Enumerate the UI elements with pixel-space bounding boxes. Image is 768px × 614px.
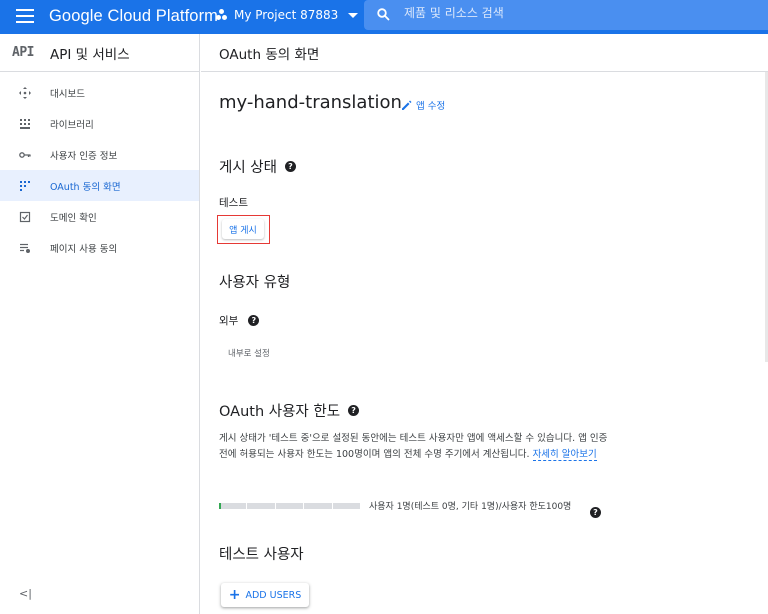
sidebar-header: API API 및 서비스	[0, 34, 199, 72]
user-type-title: 사용자 유형	[219, 275, 291, 291]
pencil-icon	[402, 100, 412, 110]
help-icon[interactable]: ?	[348, 405, 360, 416]
user-type-heading: 사용자 유형	[219, 271, 290, 292]
page-title: OAuth 동의 화면	[201, 34, 768, 72]
help-icon[interactable]: ?	[590, 507, 601, 518]
search-icon	[377, 8, 390, 21]
sidebar-item-label: 페이지 사용 동의	[50, 243, 118, 255]
edit-app-label: 앱 수정	[416, 101, 446, 112]
sidebar-item-label: 도메인 확인	[50, 212, 97, 224]
project-icon	[216, 9, 228, 21]
project-selector[interactable]: My Project 87883	[216, 8, 359, 22]
learn-more-link[interactable]: 자세히 알아보기	[532, 449, 597, 461]
domain-check-icon	[19, 211, 31, 223]
menu-icon[interactable]	[16, 9, 34, 25]
quota-progress-fill	[219, 503, 221, 509]
app-name: my-hand-translation	[219, 92, 402, 113]
publish-app-button[interactable]: 앱 게시	[222, 219, 264, 239]
user-type-value: 외부	[219, 315, 239, 327]
make-internal-button[interactable]: 내부로 설정	[228, 347, 270, 359]
help-icon[interactable]: ?	[284, 161, 296, 172]
add-users-label: ADD USERS	[245, 589, 302, 601]
search-bar[interactable]	[364, 0, 768, 30]
api-logo: API	[12, 45, 34, 60]
top-app-bar: Google Cloud Platform My Project 87883	[0, 0, 768, 34]
sidebar-item-credentials[interactable]: 사용자 인증 정보	[0, 139, 199, 170]
dashboard-icon	[19, 86, 31, 99]
sidebar-item-dashboard[interactable]: 대시보드	[0, 77, 199, 108]
sidebar-item-label: OAuth 동의 화면	[50, 181, 121, 193]
sidebar-item-label: 사용자 인증 정보	[50, 150, 118, 162]
sidebar-nav: 대시보드 라이브러리 사용자 인증 정보 OAuth 동의 화면 도메인 확인	[0, 72, 199, 263]
sidebar-item-label: 대시보드	[50, 88, 85, 100]
collapse-sidebar-icon[interactable]: <|	[19, 587, 32, 600]
main-content: OAuth 동의 화면 my-hand-translation 앱 수정 게시 …	[201, 34, 768, 614]
sidebar-item-label: 라이브러리	[50, 119, 94, 131]
test-users-heading: 테스트 사용자	[219, 543, 304, 564]
library-icon	[19, 118, 31, 130]
project-name: My Project 87883	[234, 8, 339, 22]
quota-progress-bar	[219, 503, 361, 509]
oauth-limit-title: OAuth 사용자 한도	[219, 404, 341, 420]
sidebar-title: API 및 서비스	[50, 46, 130, 63]
brand-name[interactable]: Google Cloud Platform	[49, 7, 218, 26]
sidebar-item-oauth-consent[interactable]: OAuth 동의 화면	[0, 170, 199, 201]
user-type-row: 외부 ?	[219, 313, 260, 328]
oauth-limit-heading: OAuth 사용자 한도 ?	[219, 400, 360, 421]
page-consent-icon	[19, 242, 31, 254]
test-users-title: 테스트 사용자	[219, 547, 304, 563]
edit-app-button[interactable]: 앱 수정	[401, 98, 445, 112]
publish-status-heading: 게시 상태 ?	[219, 156, 296, 177]
sidebar-item-page-consent[interactable]: 페이지 사용 동의	[0, 232, 199, 263]
key-icon	[19, 149, 31, 161]
quota-text: 사용자 1명(테스트 0명, 기타 1명)/사용자 한도100명	[369, 502, 572, 512]
oauth-limit-description: 게시 상태가 '테스트 중'으로 설정된 동안에는 테스트 사용자만 앱에 액세…	[219, 431, 619, 463]
sidebar-item-domain-verification[interactable]: 도메인 확인	[0, 201, 199, 232]
search-input[interactable]	[404, 6, 744, 20]
publish-status-value: 테스트	[219, 197, 248, 209]
consent-icon	[19, 180, 31, 192]
add-users-button[interactable]: + ADD USERS	[221, 583, 309, 607]
sidebar-item-library[interactable]: 라이브러리	[0, 108, 199, 139]
sidebar: API API 및 서비스 대시보드 라이브러리 사용자 인증 정보 OAuth…	[0, 34, 200, 614]
plus-icon: +	[228, 587, 241, 603]
publish-status-title: 게시 상태	[219, 160, 277, 176]
quota-help-wrap: ?	[590, 500, 601, 519]
chevron-down-icon	[348, 12, 359, 18]
help-icon[interactable]: ?	[248, 315, 260, 326]
